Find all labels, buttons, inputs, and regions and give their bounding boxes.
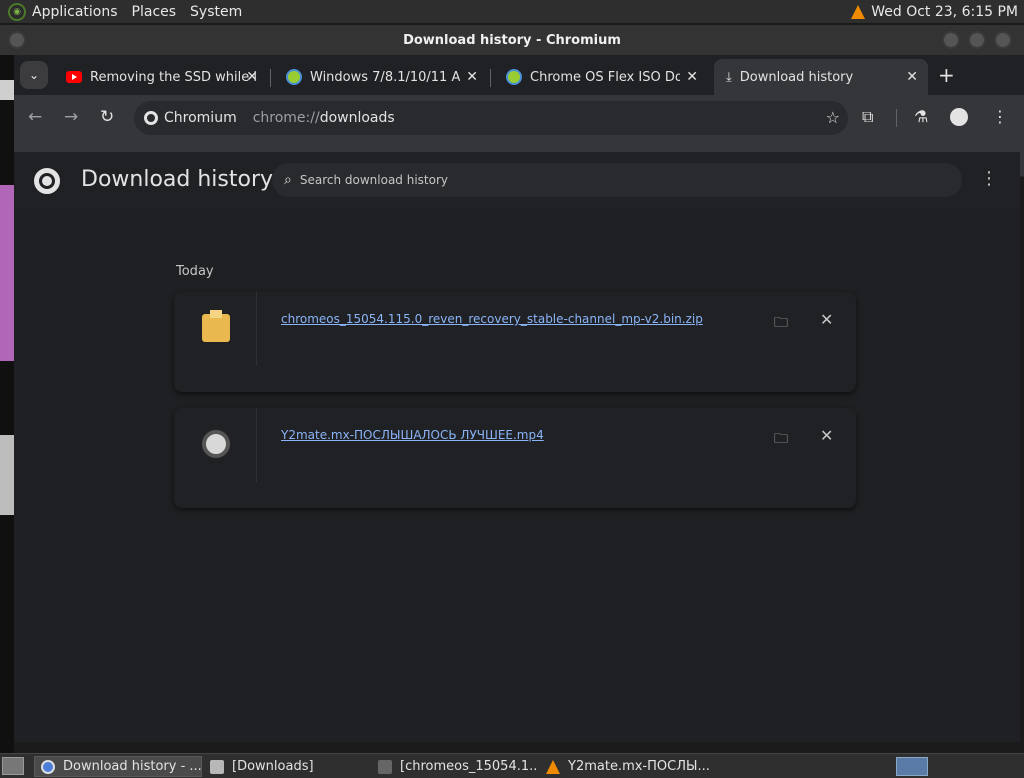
plus-icon: +	[938, 63, 955, 87]
tab-search-button[interactable]: ⌄	[20, 61, 48, 89]
date-section-label: Today	[176, 264, 214, 279]
close-window-button[interactable]	[994, 31, 1012, 49]
search-input[interactable]	[299, 173, 900, 187]
tab-strip: ⌄ Removing the SSD while l ✕ Windows 7/8…	[14, 55, 1024, 95]
folder-icon	[210, 759, 224, 774]
archive-manager-icon	[378, 759, 392, 774]
remove-from-list-icon[interactable]: ✕	[820, 426, 833, 445]
tab-windows[interactable]: Windows 7/8.1/10/11 All in ✕	[274, 59, 488, 95]
bookmark-star-icon[interactable]: ☆	[826, 108, 840, 127]
minimize-button[interactable]	[942, 31, 960, 49]
close-tab-icon[interactable]: ✕	[246, 69, 258, 85]
taskbar-item-vlc[interactable]: Y2mate.mx-ПОСЛЫ...	[540, 756, 710, 777]
tab-title: Download history	[739, 69, 854, 85]
show-in-folder-icon[interactable]: 🗀	[774, 428, 788, 452]
downloads-page: Download history ⌕ ⋮ Today chromeos_1505…	[14, 152, 1020, 742]
places-menu[interactable]: Places	[132, 4, 177, 20]
download-filename-link[interactable]: Y2mate.mx-ПОСЛЫШАЛОСЬ ЛУЧШЕЕ.mp4	[281, 428, 544, 442]
tab-download-history[interactable]: ⤓ Download history ✕	[714, 59, 928, 95]
window-titlebar[interactable]: Download history - Chromium	[0, 25, 1024, 55]
desktop-taskbar: Download history - ... [Downloads] [chro…	[0, 753, 1024, 778]
download-icon: ⤓	[726, 69, 732, 85]
clock[interactable]: Wed Oct 23, 6:15 PM	[871, 4, 1018, 20]
labs-flask-icon[interactable]: ⚗	[914, 107, 928, 126]
remove-from-list-icon[interactable]: ✕	[820, 310, 833, 329]
taskbar-item-archive-manager[interactable]: [chromeos_15054.1...	[372, 756, 536, 777]
tab-chromeos-flex[interactable]: Chrome OS Flex ISO Dow ✕	[494, 59, 708, 95]
tab-title: Windows 7/8.1/10/11 All in	[310, 69, 460, 85]
forward-arrow-icon[interactable]: →	[64, 107, 78, 127]
chromium-icon	[41, 759, 55, 774]
window-menu-button[interactable]	[8, 31, 26, 49]
zip-archive-icon	[202, 310, 230, 342]
window-title: Download history - Chromium	[403, 32, 621, 48]
desktop-top-panel: ◉ Applications Places System Wed Oct 23,…	[0, 0, 1024, 24]
applications-menu[interactable]: Applications	[32, 4, 118, 20]
close-tab-icon[interactable]: ✕	[906, 69, 918, 85]
tab-title: Removing the SSD while l	[90, 69, 257, 85]
download-item: chromeos_15054.115.0_reven_recovery_stab…	[174, 292, 856, 392]
search-icon: ⌕	[284, 172, 292, 188]
downloads-header: Download history ⌕ ⋮	[14, 152, 1020, 208]
chevron-down-icon: ⌄	[28, 68, 40, 82]
profile-avatar-icon[interactable]	[950, 108, 968, 126]
download-filename-link[interactable]: chromeos_15054.115.0_reven_recovery_stab…	[281, 312, 703, 326]
reload-icon[interactable]: ↻	[100, 107, 114, 127]
taskbar-item-downloads-folder[interactable]: [Downloads]	[204, 756, 368, 777]
youtube-icon	[66, 71, 82, 83]
new-tab-button[interactable]: +	[938, 63, 955, 87]
chromium-logo-icon	[34, 168, 60, 194]
show-in-folder-icon[interactable]: 🗀	[774, 312, 788, 336]
taskbar-item-chromium[interactable]: Download history - ...	[34, 756, 202, 777]
download-item: Y2mate.mx-ПОСЛЫШАЛОСЬ ЛУЧШЕЕ.mp4 🗀 ✕	[174, 408, 856, 508]
close-tab-icon[interactable]: ✕	[466, 69, 478, 85]
omnibox[interactable]: Chromium chrome:// downloads ☆	[134, 101, 848, 135]
globe-icon	[506, 69, 522, 85]
site-info-chip[interactable]: Chromium	[144, 110, 237, 126]
maximize-button[interactable]	[968, 31, 986, 49]
show-desktop-button[interactable]	[2, 757, 24, 775]
tab-title: Chrome OS Flex ISO Dow	[530, 69, 680, 85]
mint-logo-icon[interactable]: ◉	[8, 2, 26, 21]
search-downloads-box[interactable]: ⌕	[272, 163, 962, 197]
page-title: Download history	[81, 167, 274, 192]
url-path: downloads	[319, 110, 395, 126]
chip-label: Chromium	[164, 110, 237, 126]
vlc-icon	[546, 759, 560, 774]
browser-menu-icon[interactable]: ⋮	[992, 107, 1008, 126]
close-tab-icon[interactable]: ✕	[686, 69, 698, 85]
chromium-icon	[144, 111, 158, 125]
tab-youtube[interactable]: Removing the SSD while l ✕	[54, 59, 268, 95]
url-scheme: chrome://	[252, 110, 320, 126]
system-menu[interactable]: System	[190, 4, 242, 20]
video-file-icon	[202, 430, 230, 458]
vlc-tray-icon[interactable]	[851, 4, 866, 19]
workspace-switcher[interactable]	[896, 757, 928, 776]
back-arrow-icon[interactable]: ←	[28, 107, 42, 127]
more-actions-icon[interactable]: ⋮	[980, 168, 998, 189]
extensions-puzzle-icon[interactable]: ⧉	[862, 107, 873, 127]
browser-toolbar: ← → ↻ Chromium chrome:// downloads ☆ ⧉ ⚗…	[14, 95, 1024, 141]
globe-icon	[286, 69, 302, 85]
